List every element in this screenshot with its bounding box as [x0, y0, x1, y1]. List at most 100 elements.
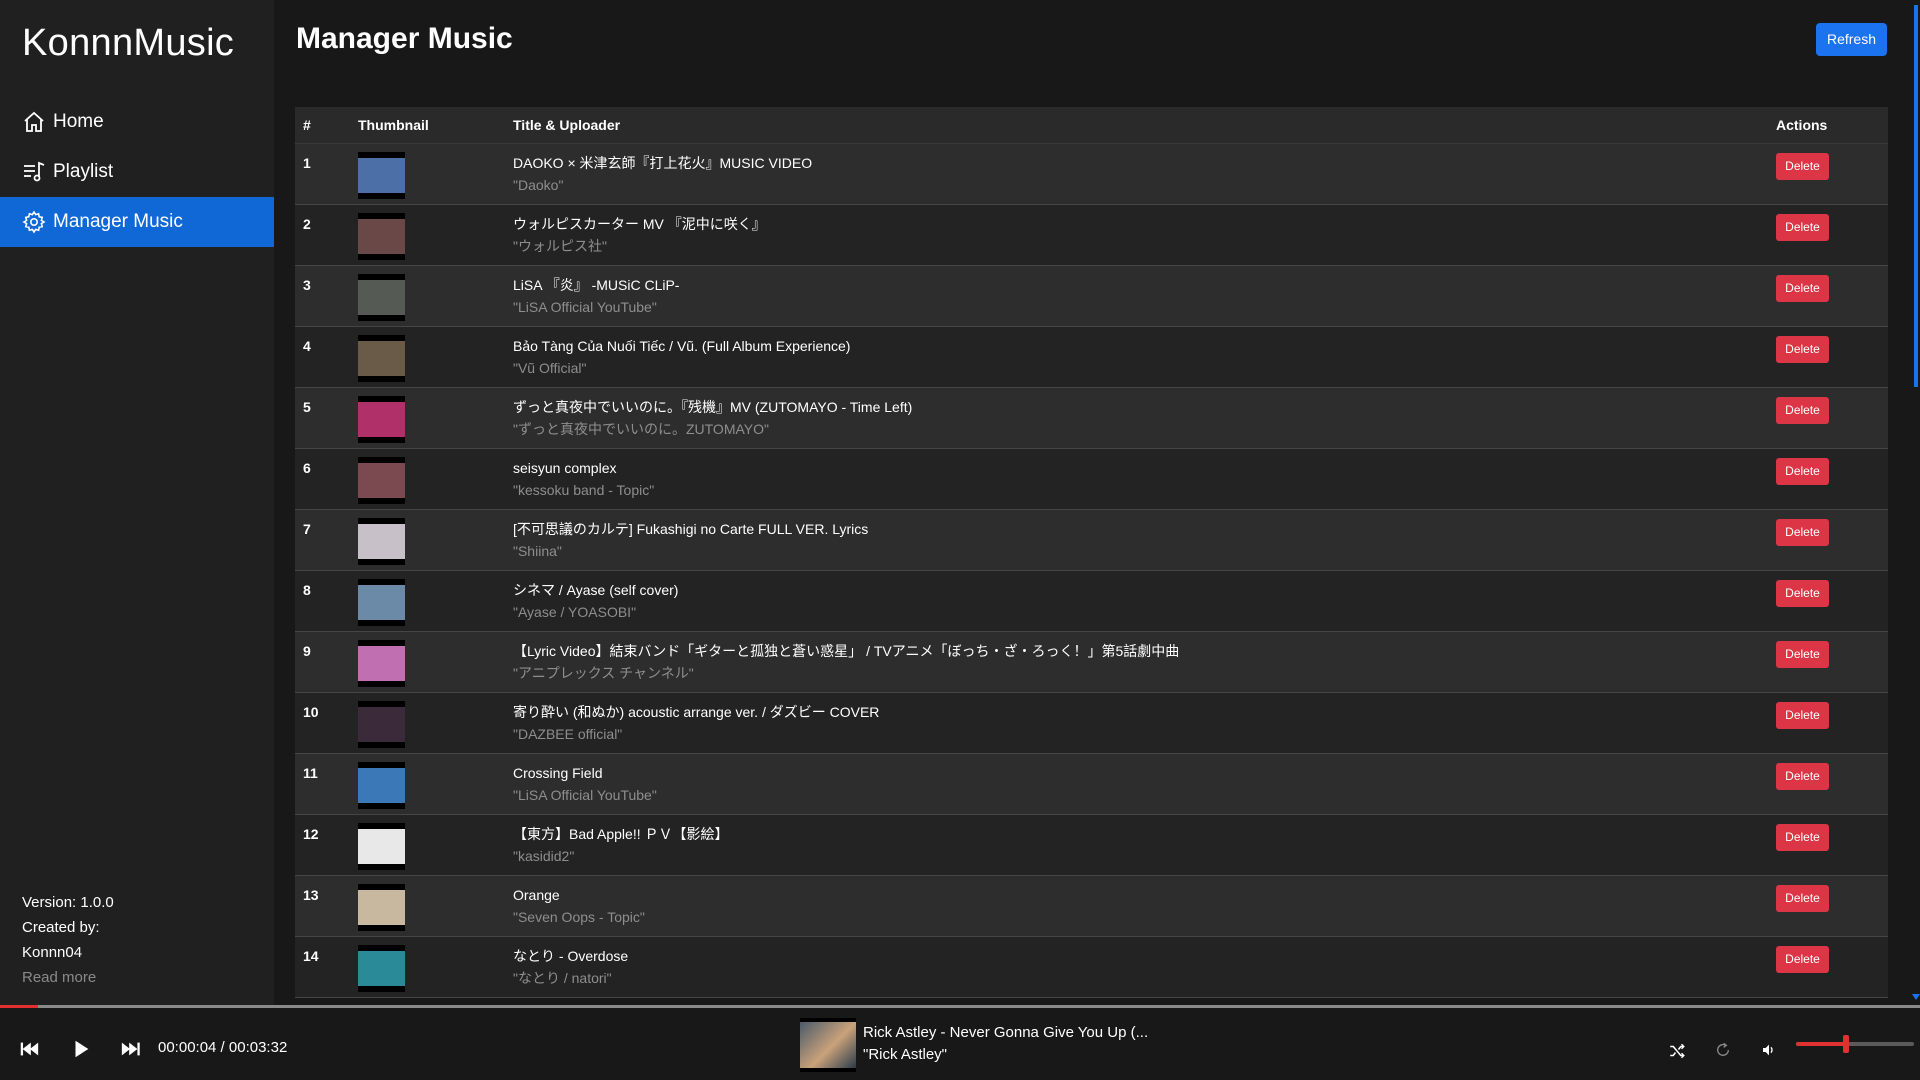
song-uploader: "Ayase / YOASOBI": [513, 604, 637, 620]
title-cell: 【東方】Bad Apple!! ＰＶ【影絵】 "kasidid2": [513, 815, 1776, 865]
thumbnail-cell: [358, 571, 513, 626]
play-icon[interactable]: [70, 1038, 92, 1060]
delete-button[interactable]: Delete: [1776, 275, 1829, 302]
previous-icon[interactable]: [18, 1038, 40, 1060]
song-title: 【Lyric Video】結束バンド「ギターと孤独と蒼い惑星」 / TVアニメ「…: [513, 643, 1180, 659]
thumbnail-image[interactable]: [358, 335, 405, 382]
thumbnail-cell: [358, 693, 513, 748]
thumbnail-cell: [358, 449, 513, 504]
sidebar-item-label: Home: [53, 111, 104, 132]
thumbnail-image[interactable]: [358, 152, 405, 199]
title-cell: Orange "Seven Oops - Topic": [513, 876, 1776, 926]
action-cell: Delete: [1776, 449, 1888, 485]
scrollbar-thumb[interactable]: [1914, 5, 1918, 387]
row-number: 8: [303, 582, 311, 598]
action-cell: Delete: [1776, 327, 1888, 363]
song-title: seisyun complex: [513, 460, 617, 476]
thumbnail-image[interactable]: [358, 518, 405, 565]
thumbnail-image[interactable]: [358, 701, 405, 748]
thumbnail-image[interactable]: [358, 823, 405, 870]
delete-button[interactable]: Delete: [1776, 885, 1829, 912]
volume-knob[interactable]: [1842, 1035, 1849, 1053]
thumbnail-image[interactable]: [358, 396, 405, 443]
song-title: シネマ / Ayase (self cover): [513, 582, 679, 598]
delete-button[interactable]: Delete: [1776, 946, 1829, 973]
title-cell: シネマ / Ayase (self cover) "Ayase / YOASOBI…: [513, 571, 1776, 621]
table-row: 14 なとり - Overdose "なとり / natori" Delete: [295, 937, 1888, 998]
thumbnail-image[interactable]: [358, 457, 405, 504]
title-cell: Bảo Tàng Của Nuối Tiếc / Vũ. (Full Album…: [513, 327, 1776, 377]
row-number: 1: [303, 155, 311, 171]
song-title: DAOKO × 米津玄師『打上花火』MUSIC VIDEO: [513, 155, 813, 171]
sidebar-item-playlist[interactable]: Playlist: [0, 147, 274, 197]
thumbnail-image[interactable]: [358, 274, 405, 321]
thumbnail-image[interactable]: [358, 762, 405, 809]
delete-button[interactable]: Delete: [1776, 702, 1829, 729]
read-more-link[interactable]: Read more: [22, 965, 114, 990]
sidebar-item-home[interactable]: Home: [0, 97, 274, 147]
table-row: 4 Bảo Tàng Của Nuối Tiếc / Vũ. (Full Albu…: [295, 327, 1888, 388]
row-number: 12: [303, 826, 319, 842]
thumbnail-cell: [358, 144, 513, 199]
action-cell: Delete: [1776, 266, 1888, 302]
header-actions: Actions: [1776, 117, 1828, 133]
delete-button[interactable]: Delete: [1776, 824, 1829, 851]
thumbnail-cell: [358, 327, 513, 382]
row-number: 13: [303, 887, 319, 903]
refresh-button[interactable]: Refresh: [1816, 23, 1887, 56]
song-uploader: "アニプレックス チャンネル": [513, 665, 694, 681]
progress-track[interactable]: [0, 1005, 1920, 1008]
song-title: ずっと真夜中でいいのに。『残機』MV (ZUTOMAYO - Time Left…: [513, 399, 913, 415]
thumbnail-cell: [358, 754, 513, 809]
delete-button[interactable]: Delete: [1776, 458, 1829, 485]
action-cell: Delete: [1776, 388, 1888, 424]
delete-button[interactable]: Delete: [1776, 763, 1829, 790]
delete-button[interactable]: Delete: [1776, 580, 1829, 607]
thumbnail-image[interactable]: [358, 640, 405, 687]
row-number: 14: [303, 948, 319, 964]
title-cell: 【Lyric Video】結束バンド「ギターと孤独と蒼い惑星」 / TVアニメ「…: [513, 632, 1776, 682]
song-uploader: "Vũ Official": [513, 360, 587, 376]
scroll-down-icon[interactable]: [1912, 994, 1920, 1000]
delete-button[interactable]: Delete: [1776, 397, 1829, 424]
title-cell: seisyun complex "kessoku band - Topic": [513, 449, 1776, 499]
volume-icon[interactable]: [1761, 1042, 1777, 1058]
version-text: Version: 1.0.0: [22, 894, 114, 911]
song-uploader: "DAZBEE official": [513, 726, 623, 742]
app-brand[interactable]: KonnnMusic: [22, 22, 234, 65]
sidebar-item-label: Playlist: [53, 161, 114, 182]
delete-button[interactable]: Delete: [1776, 153, 1829, 180]
repeat-icon[interactable]: [1715, 1042, 1731, 1058]
now-playing-thumbnail: [800, 1018, 856, 1072]
thumbnail-cell: [358, 388, 513, 443]
playback-time: 00:00:04 / 00:03:32: [158, 1039, 288, 1056]
delete-button[interactable]: Delete: [1776, 214, 1829, 241]
row-number: 9: [303, 643, 311, 659]
thumbnail-image[interactable]: [358, 945, 405, 992]
thumbnail-image[interactable]: [358, 579, 405, 626]
table-row: 9 【Lyric Video】結束バンド「ギターと孤独と蒼い惑星」 / TVアニメ…: [295, 632, 1888, 693]
song-title: [不可思議のカルテ] Fukashigi no Carte FULL VER. …: [513, 521, 869, 537]
delete-button[interactable]: Delete: [1776, 519, 1829, 546]
song-uploader: "LiSA Official YouTube": [513, 787, 657, 803]
shuffle-icon[interactable]: [1668, 1042, 1686, 1060]
delete-button[interactable]: Delete: [1776, 336, 1829, 363]
player-bar: 00:00:04 / 00:03:32 Rick Astley - Never …: [0, 1005, 1920, 1080]
thumbnail-image[interactable]: [358, 884, 405, 931]
row-number: 5: [303, 399, 311, 415]
thumbnail-image[interactable]: [358, 213, 405, 260]
table-row: 1 DAOKO × 米津玄師『打上花火』MUSIC VIDEO "Daoko" Del…: [295, 144, 1888, 205]
song-uploader: "ウォルピス社": [513, 238, 607, 254]
delete-button[interactable]: Delete: [1776, 641, 1829, 668]
table-row: 3 LiSA 『炎』 -MUSiC CLiP- "LiSA Official You…: [295, 266, 1888, 327]
playlist-icon: [24, 161, 45, 182]
title-cell: ウォルピスカーター MV 『泥中に咲く』 "ウォルピス社": [513, 205, 1776, 255]
next-icon[interactable]: [120, 1038, 142, 1060]
thumbnail-cell: [358, 632, 513, 687]
title-cell: Crossing Field "LiSA Official YouTube": [513, 754, 1776, 804]
title-cell: DAOKO × 米津玄師『打上花火』MUSIC VIDEO "Daoko": [513, 144, 1776, 194]
title-cell: なとり - Overdose "なとり / natori": [513, 937, 1776, 987]
author-name: Konnn04: [22, 944, 83, 961]
sidebar-item-manager-music[interactable]: Manager Music: [0, 197, 274, 247]
table-row: 11 Crossing Field "LiSA Official YouTube" D…: [295, 754, 1888, 815]
